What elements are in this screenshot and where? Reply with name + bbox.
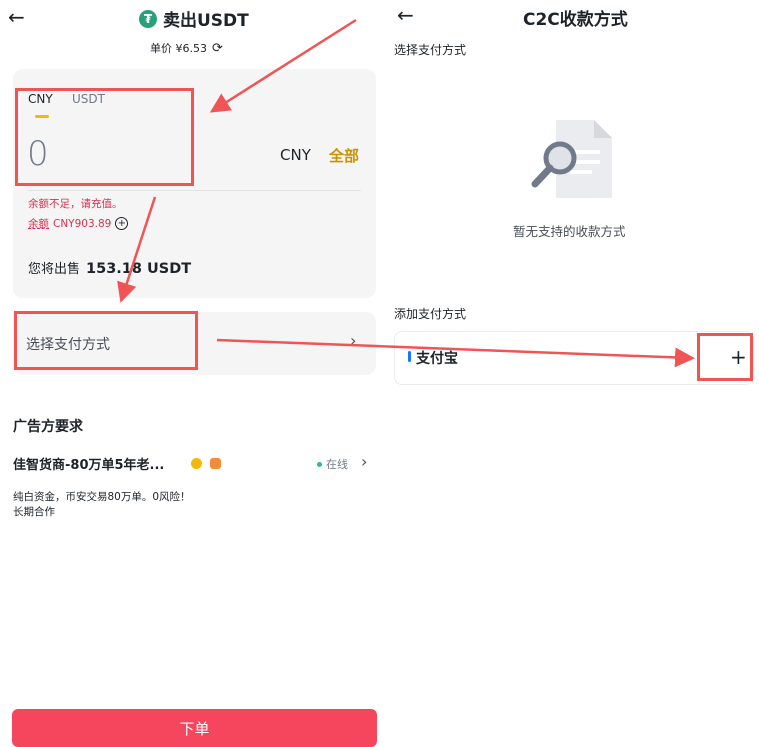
merchant-verified-badge-icon	[191, 458, 202, 469]
merchant-shield-badge-icon	[210, 458, 221, 469]
insufficient-balance-warning: 余额不足，请充值。	[28, 198, 123, 210]
add-payment-section-title: 添加支付方式	[394, 307, 467, 321]
sell-summary-amount: 153.18 USDT	[86, 261, 192, 277]
sell-summary: 您将出售 153.18 USDT	[28, 258, 191, 277]
annotation-box-payment	[14, 311, 198, 370]
balance-row: 余额 CNY903.89 +	[28, 216, 129, 231]
annotation-box-plus	[697, 333, 753, 381]
place-order-button[interactable]: 下单	[12, 709, 377, 747]
alipay-label: 支付宝	[416, 351, 458, 367]
unit-price: 单价 ¥6.53 ⟳	[150, 40, 223, 56]
select-payment-section-title: 选择支付方式	[394, 43, 467, 57]
amount-currency: CNY	[280, 146, 311, 164]
all-button[interactable]: 全部	[329, 145, 359, 166]
merchant-chevron-icon[interactable]: ›	[361, 452, 367, 471]
add-funds-icon[interactable]: +	[115, 217, 129, 230]
annotation-box-amount	[15, 88, 194, 186]
unit-price-text: 单价 ¥6.53	[150, 42, 207, 55]
online-status: 在线	[317, 456, 348, 472]
page-title-group: ₮ 卖出USDT	[139, 6, 249, 31]
balance-label: 余额	[28, 218, 49, 230]
tether-icon: ₮	[139, 9, 157, 28]
page-title: 卖出USDT	[163, 11, 249, 31]
advertiser-remark-1: 纯白资金，币安交易80万单。0风险！	[13, 491, 191, 503]
merchant-name[interactable]: 佳智货商-80万单5年老...	[13, 454, 164, 473]
alipay-accent-bar	[408, 351, 411, 362]
empty-state-text: 暂无支持的收款方式	[513, 224, 626, 239]
empty-search-document-icon	[531, 120, 612, 198]
back-arrow-icon[interactable]: ←	[8, 7, 25, 27]
balance-value: CNY903.89	[53, 217, 112, 230]
advertiser-remark-2: 长期合作	[13, 506, 55, 518]
advertiser-section-title: 广告方要求	[13, 419, 83, 435]
online-status-text: 在线	[326, 458, 348, 471]
divider	[28, 190, 361, 191]
chevron-right-icon: ›	[350, 331, 357, 350]
sell-summary-prefix: 您将出售	[28, 262, 81, 277]
c2c-payment-title: C2C收款方式	[523, 10, 628, 30]
refresh-icon[interactable]: ⟳	[212, 41, 223, 56]
right-back-arrow-icon[interactable]: ←	[397, 5, 414, 25]
online-dot-icon	[317, 461, 322, 467]
